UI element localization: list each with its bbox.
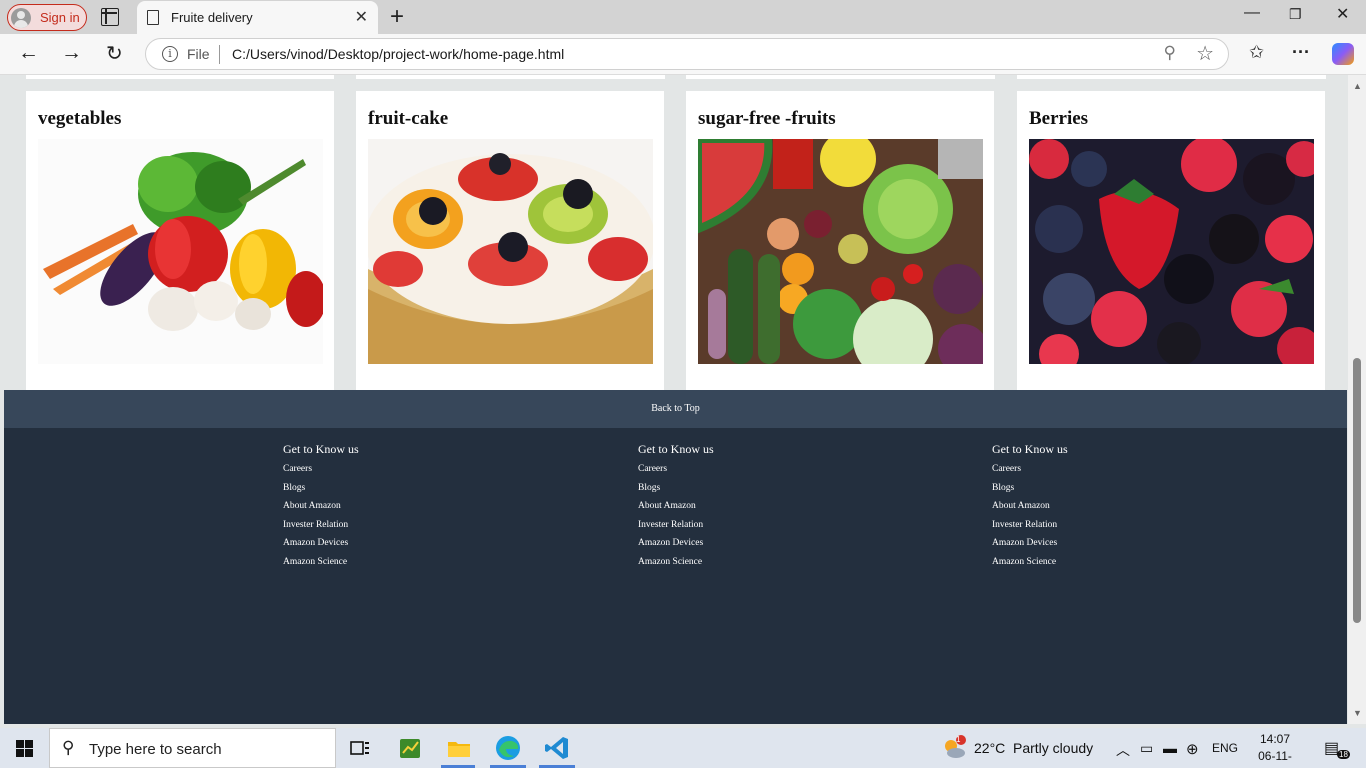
product-card-vegetables[interactable]: vegetables [26,91,334,391]
footer-link-devices[interactable]: Amazon Devices [992,538,1192,557]
taskbar-search-placeholder: Type here to search [89,741,222,758]
footer-link-careers[interactable]: Careers [638,464,838,483]
close-window-icon[interactable]: ✕ [1336,4,1349,24]
footer-column-heading: Get to Know us [992,442,1068,456]
footer-link-science[interactable]: Amazon Science [992,557,1192,576]
battery-icon[interactable]: ▬ [1163,740,1177,756]
forward-icon[interactable]: → [61,41,82,65]
clock-time: 14:07 [1259,732,1291,746]
back-to-top-link[interactable]: Back to Top [651,403,700,414]
footer-link-devices[interactable]: Amazon Devices [638,538,838,557]
weather-badge: 1 [956,735,961,744]
mixed-fruits-vegetables-image [698,139,983,364]
footer: Get to Know us Careers Blogs About Amazo… [4,428,1347,724]
card-title: Berries [1029,108,1089,129]
browser-tab-bar: Sign in Fruite delivery ✕ + — ❐ ✕ [0,0,1366,34]
vegetables-image [38,139,323,364]
fruit-cake-image [368,139,653,364]
meet-now-icon[interactable]: ▭ [1140,740,1153,757]
back-icon[interactable]: ← [18,41,39,65]
product-card-fruit-cake[interactable]: fruit-cake [356,91,664,391]
page-icon [147,10,159,25]
network-globe-icon[interactable]: ⊕ [1186,740,1199,758]
card-title: vegetables [38,108,122,129]
address-bar[interactable]: i File C:/Users/vinod/Desktop/project-wo… [145,38,1229,70]
footer-link-investor[interactable]: Invester Relation [638,520,838,539]
zoom-icon[interactable]: ⚲ [1164,43,1176,63]
sign-in-label: Sign in [40,10,80,25]
edge-browser-icon[interactable] [494,734,522,762]
charts-app-icon[interactable] [396,734,424,762]
footer-link-about[interactable]: About Amazon [638,501,838,520]
address-url[interactable]: C:/Users/vinod/Desktop/project-work/home… [232,46,564,62]
footer-column-heading: Get to Know us [283,442,359,456]
footer-link-science[interactable]: Amazon Science [638,557,838,576]
footer-link-investor[interactable]: Invester Relation [283,520,483,539]
footer-link-blogs[interactable]: Blogs [283,483,483,502]
back-to-top-bar[interactable]: Back to Top [4,390,1347,428]
taskbar-search-box[interactable]: ⚲ Type here to search [49,728,336,768]
sign-in-button[interactable]: Sign in [7,4,87,31]
footer-link-blogs[interactable]: Blogs [638,483,838,502]
show-hidden-icons-icon[interactable]: ︿ [1116,740,1130,760]
vscode-icon[interactable] [543,734,571,762]
footer-column: Get to Know us Careers Blogs About Amazo… [992,442,1192,575]
new-tab-button[interactable]: + [390,3,404,31]
windows-start-icon[interactable] [16,740,33,757]
system-clock[interactable]: 14:07 06-11-2024 [1249,731,1301,768]
footer-column: Get to Know us Careers Blogs About Amazo… [638,442,838,575]
footer-link-about[interactable]: About Amazon [283,501,483,520]
address-separator [219,45,220,64]
search-icon: ⚲ [62,738,75,757]
footer-link-investor[interactable]: Invester Relation [992,520,1192,539]
favorite-star-icon[interactable]: ☆ [1196,41,1214,66]
minimize-icon[interactable]: — [1244,4,1260,22]
close-tab-icon[interactable]: ✕ [355,7,368,27]
footer-link-blogs[interactable]: Blogs [992,483,1192,502]
active-tab[interactable]: Fruite delivery ✕ [137,1,378,34]
weather-icon[interactable] [940,734,968,762]
browser-toolbar: ← → ↻ i File C:/Users/vinod/Desktop/proj… [0,34,1366,75]
windows-taskbar: ⚲ Type here to search 1 22°C Partly clou… [0,728,1366,768]
page-viewport: vegetables fruit-cake sugar-free -fruits… [4,75,1347,724]
copilot-icon[interactable] [1332,43,1354,65]
tab-title: Fruite delivery [171,10,253,25]
previous-card-edge [686,75,995,79]
scroll-down-icon[interactable]: ▼ [1353,708,1362,718]
previous-card-edge [356,75,665,79]
notification-count: 18 [1337,750,1350,759]
scroll-up-icon[interactable]: ▲ [1353,81,1362,91]
footer-link-about[interactable]: About Amazon [992,501,1192,520]
language-indicator[interactable]: ENG [1212,741,1238,755]
previous-card-edge [26,75,334,79]
footer-link-devices[interactable]: Amazon Devices [283,538,483,557]
more-options-icon[interactable]: ··· [1292,42,1310,63]
footer-column: Get to Know us Careers Blogs About Amazo… [283,442,483,575]
site-info-icon[interactable]: i [162,46,178,62]
footer-link-careers[interactable]: Careers [283,464,483,483]
product-card-berries[interactable]: Berries [1017,91,1325,391]
file-explorer-icon[interactable] [445,734,473,762]
footer-link-careers[interactable]: Careers [992,464,1192,483]
tab-actions-icon[interactable] [101,8,119,26]
profile-avatar-icon [11,7,31,28]
card-title: sugar-free -fruits [698,108,836,129]
file-label: File [187,46,210,62]
footer-link-science[interactable]: Amazon Science [283,557,483,576]
berries-image [1029,139,1314,364]
product-card-sugar-free-fruits[interactable]: sugar-free -fruits [686,91,994,391]
favorites-icon[interactable]: ✩ [1249,42,1264,63]
page-scrollbar[interactable]: ▲ ▼ [1348,75,1366,724]
refresh-icon[interactable]: ↻ [106,41,123,66]
card-title: fruit-cake [368,108,449,129]
task-view-icon[interactable] [346,734,374,762]
weather-temperature[interactable]: 22°C [974,740,1005,756]
weather-description[interactable]: Partly cloudy [1013,740,1093,756]
footer-column-heading: Get to Know us [638,442,714,456]
clock-date: 06-11-2024 [1258,749,1292,768]
restore-icon[interactable]: ❐ [1289,6,1302,23]
scrollbar-thumb[interactable] [1353,358,1361,623]
previous-card-edge [1017,75,1326,79]
